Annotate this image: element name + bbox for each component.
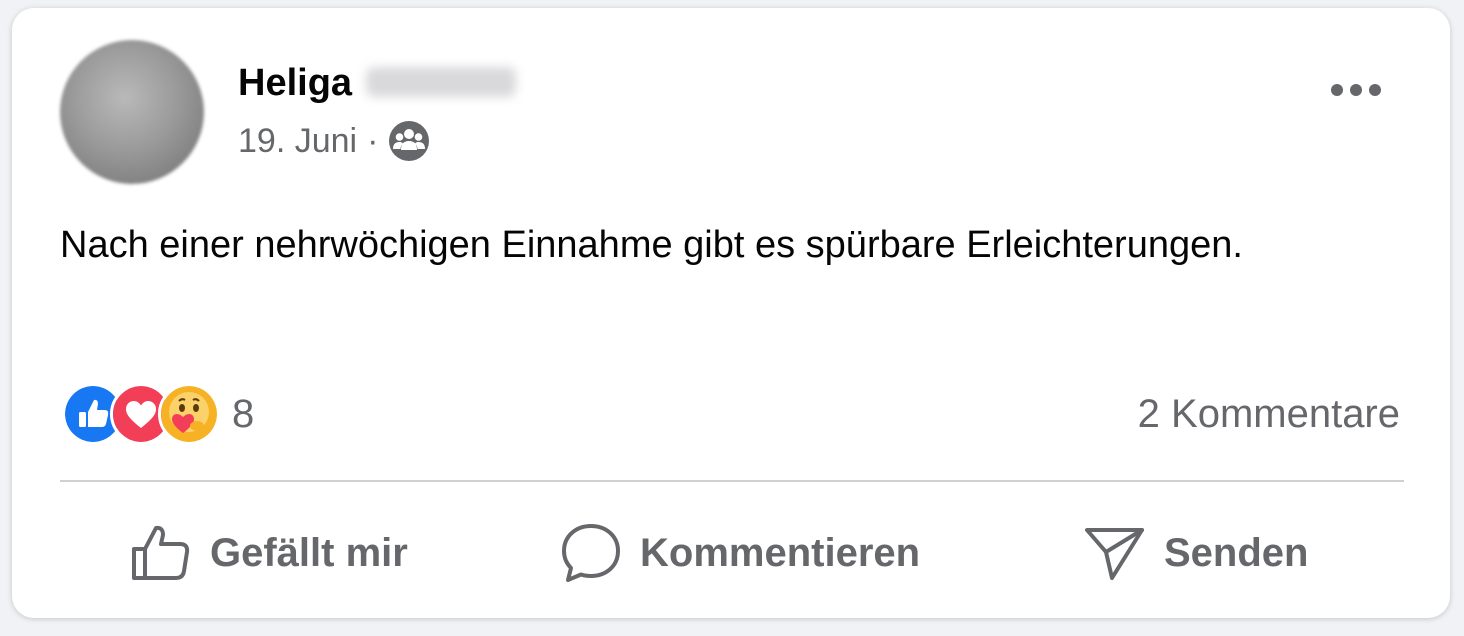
avatar[interactable] [60, 40, 204, 184]
meta-separator: · [367, 121, 379, 160]
like-button[interactable]: Gefällt mir [130, 518, 408, 588]
divider [60, 480, 1404, 482]
friends-icon[interactable] [388, 120, 430, 162]
comments-count-link[interactable]: 2 Kommentare [1138, 392, 1400, 437]
post-text: Nach einer nehrwöchigen Einnahme gibt es… [60, 224, 1243, 266]
reaction-count[interactable]: 8 [232, 392, 254, 437]
comment-button[interactable]: Kommentieren [560, 518, 920, 588]
care-reaction-icon [158, 383, 220, 445]
post-card: Heliga 19. Juni · Nach einer nehrwöchige… [12, 8, 1450, 618]
comment-label: Kommentieren [640, 530, 921, 575]
send-icon [1085, 528, 1144, 580]
author-name[interactable]: Heliga [238, 62, 517, 105]
more-dots-icon [1331, 84, 1381, 96]
like-label: Gefällt mir [210, 530, 408, 575]
send-label: Senden [1164, 530, 1309, 575]
thumbs-up-icon [132, 525, 190, 580]
send-button[interactable]: Senden [1084, 518, 1308, 588]
reactions-summary[interactable]: 8 [62, 383, 254, 445]
more-options-button[interactable] [1324, 70, 1388, 110]
author-first-name[interactable]: Heliga [238, 62, 352, 104]
comment-bubble-icon [562, 524, 620, 582]
post-date[interactable]: 19. Juni [238, 122, 357, 161]
redacted-name-blur [366, 66, 517, 97]
post-meta: 19. Juni · [238, 120, 430, 162]
